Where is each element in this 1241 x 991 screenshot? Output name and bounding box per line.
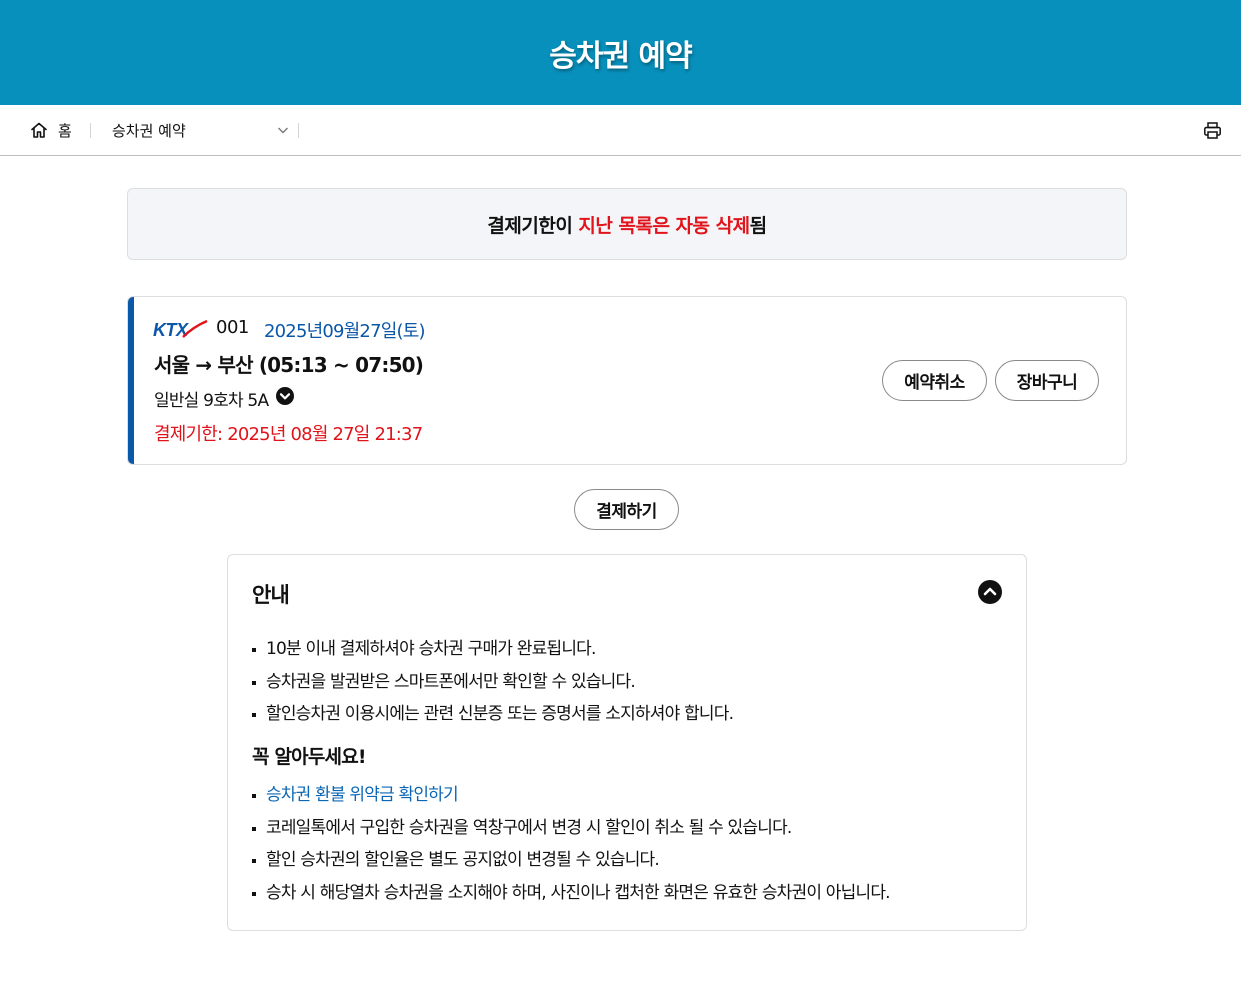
- notice-text: 결제기한이: [487, 214, 579, 237]
- travel-date: 2025년09월27일(토): [264, 321, 426, 342]
- chevron-down-circle-icon[interactable]: [276, 387, 294, 405]
- breadcrumb-divider: [298, 123, 299, 138]
- breadcrumb-divider: [90, 123, 91, 138]
- chevron-up-circle-icon[interactable]: [978, 580, 1002, 604]
- reservation-card: KTX 001 2025년09월27일(토) 서울 → 부산 (05:13 ~ …: [127, 296, 1127, 465]
- refund-penalty-link[interactable]: 승차권 환불 위약금 확인하기: [252, 783, 890, 816]
- page-title: 승차권 예약: [549, 38, 692, 74]
- ktx-logo: KTX: [153, 319, 208, 339]
- guide-subhead: 꼭 알아두세요!: [252, 746, 367, 768]
- notes-list: 승차권 환불 위약금 확인하기 코레일톡에서 구입한 승차권을 역창구에서 변경…: [252, 783, 891, 914]
- route-and-time: 서울 → 부산 (05:13 ~ 07:50): [154, 353, 424, 377]
- home-icon[interactable]: [30, 121, 48, 139]
- cart-button[interactable]: 장바구니: [995, 360, 1099, 401]
- app-header: 승차권 예약: [0, 0, 1241, 105]
- chevron-down-icon[interactable]: [277, 124, 289, 136]
- seat-info: 일반실 9호차 5A: [154, 391, 269, 411]
- guide-title: 안내: [252, 583, 290, 607]
- notice-text-end: 됨: [749, 214, 767, 237]
- cancel-reservation-button[interactable]: 예약취소: [882, 360, 987, 401]
- printer-icon[interactable]: [1203, 121, 1222, 140]
- list-item: 할인승차권 이용시에는 관련 신분증 또는 증명서를 소지하셔야 합니다.: [252, 702, 734, 735]
- list-item: 10분 이내 결제하셔야 승차권 구매가 완료됩니다.: [252, 637, 733, 670]
- breadcrumb-home-link[interactable]: 홈: [58, 120, 72, 141]
- card-accent-bar: [128, 297, 134, 464]
- breadcrumb-current-dropdown[interactable]: 승차권 예약: [112, 120, 186, 141]
- breadcrumb: 홈 승차권 예약: [0, 105, 1241, 156]
- auto-delete-notice: 결제기한이 지난 목록은 자동 삭제 됨: [127, 188, 1127, 260]
- train-number: 001: [216, 317, 249, 338]
- list-item: 승차 시 해당열차 승차권을 소지해야 하며, 사진이나 캡처한 화면은 유효한…: [252, 881, 891, 914]
- pay-button[interactable]: 결제하기: [574, 489, 679, 530]
- list-item: 승차권을 발권받은 스마트폰에서만 확인할 수 있습니다.: [252, 670, 733, 703]
- notice-highlight: 지난 목록은 자동 삭제: [578, 214, 750, 237]
- list-item: 코레일톡에서 구입한 승차권을 역창구에서 변경 시 할인이 취소 될 수 있습…: [252, 816, 890, 849]
- guide-panel: 안내 10분 이내 결제하셔야 승차권 구매가 완료됩니다. 승차권을 발권받은…: [227, 554, 1027, 931]
- payment-deadline: 결제기한: 2025년 08월 27일 21:37: [154, 424, 423, 445]
- list-item: 할인 승차권의 할인율은 별도 공지없이 변경될 수 있습니다.: [252, 848, 890, 881]
- guide-list: 10분 이내 결제하셔야 승차권 구매가 완료됩니다. 승차권을 발권받은 스마…: [252, 637, 734, 735]
